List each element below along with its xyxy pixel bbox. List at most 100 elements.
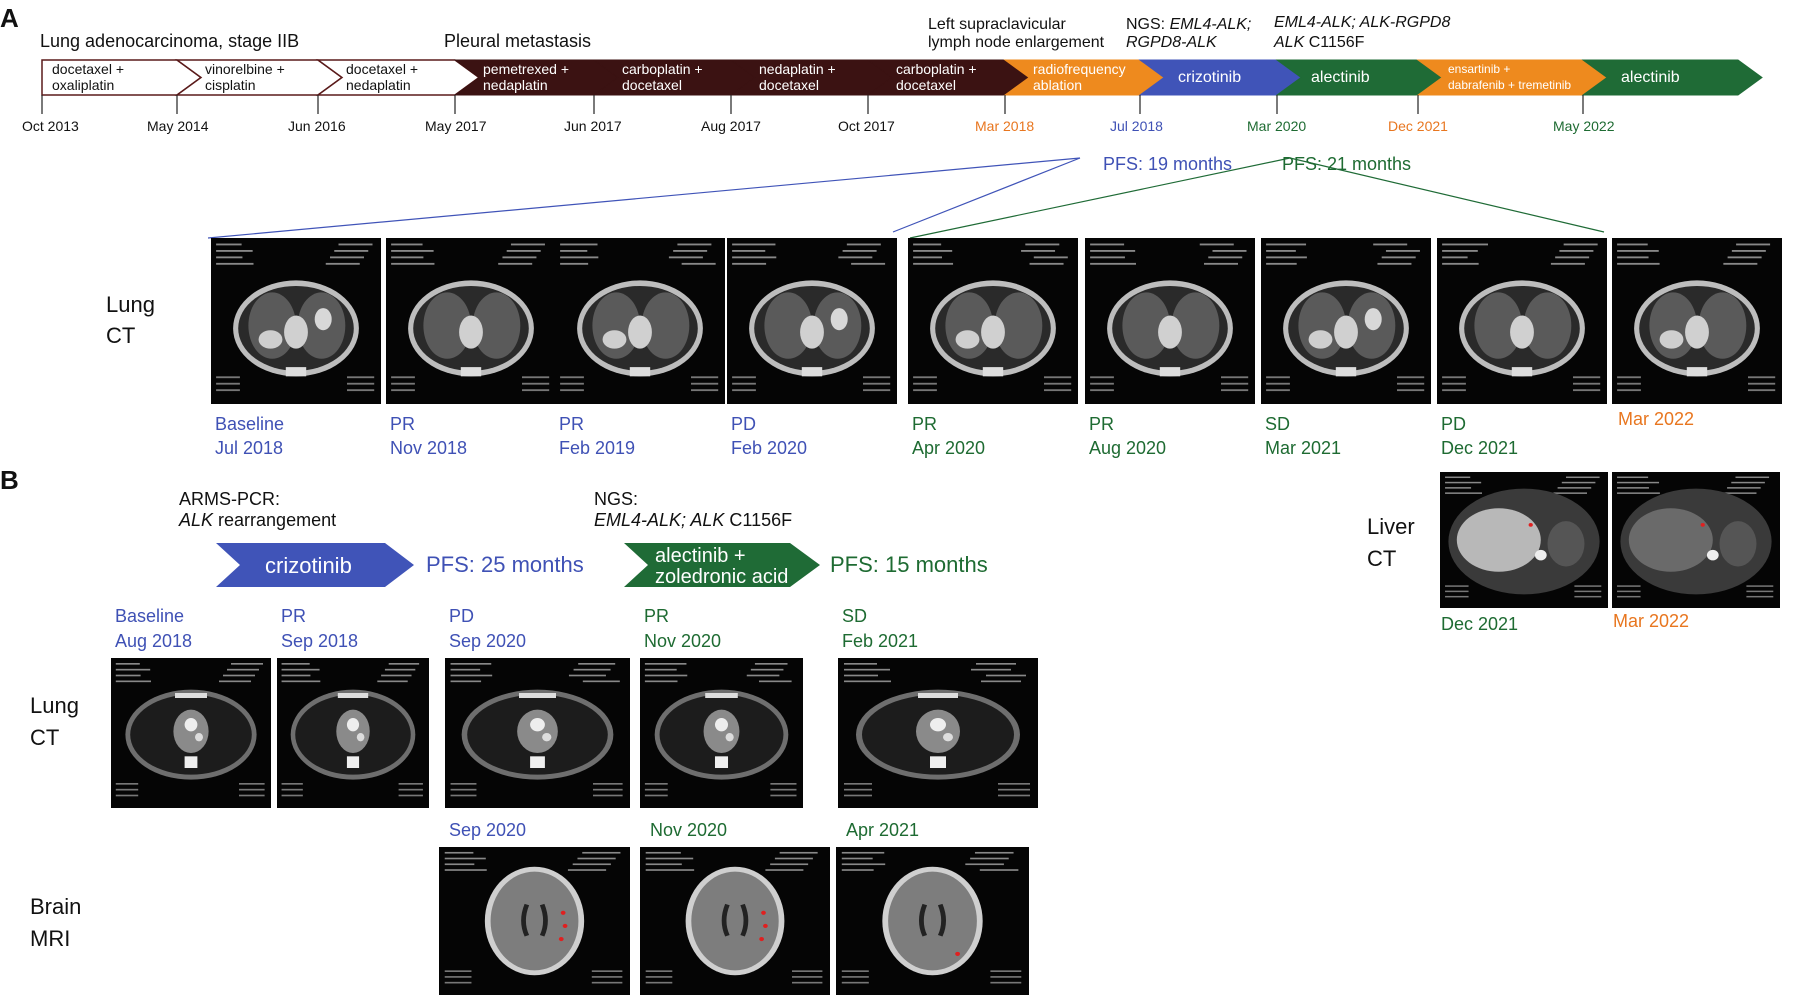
treatment-arrow-10-label: alectinib (1311, 69, 1370, 86)
timeline-date-4: May 2017 (425, 118, 487, 134)
treatment-arrow-2-line2: cisplatin (205, 77, 256, 93)
panel-a-ct-date-6: Aug 2020 (1089, 438, 1167, 458)
pfs-15-months: PFS: 15 months (830, 552, 988, 577)
panel-b-lung-status-5: SD (842, 606, 868, 626)
panel-a-ct-image-7 (1261, 238, 1431, 404)
pfs-21-months: PFS: 21 months (1282, 154, 1412, 174)
pfs-25-months: PFS: 25 months (426, 552, 584, 577)
connector-pfs19-left (207, 157, 1081, 239)
panel-a-ct-date-4: Feb 2020 (731, 438, 808, 458)
timeline-date-9: Jul 2018 (1110, 118, 1163, 134)
panel-b-brain-date-1: Sep 2020 (449, 820, 527, 840)
treatment-arrow-9-label: crizotinib (1178, 69, 1242, 86)
panel-a-ct-status-8: PD (1441, 414, 1467, 434)
treatment-arrow-7-line2: docetaxel (896, 77, 956, 93)
panel-b-ct-label: CT (30, 725, 60, 750)
treatment-arrow-3-line1: docetaxel + (346, 61, 418, 77)
connector-pfs19-right (892, 157, 1081, 233)
panel-a-ct-status-4: PD (731, 414, 757, 434)
treatment-arrow-11-line2: dabrafenib + tremetinib (1448, 78, 1572, 92)
panel-b-lung-date-1: Aug 2018 (115, 631, 193, 651)
mri-label: MRI (30, 926, 71, 951)
treatment-arrow-6-line2: docetaxel (759, 77, 819, 93)
panel-b-brain-date-3: Apr 2021 (846, 820, 920, 840)
crizotinib-arrow-label: crizotinib (265, 553, 352, 578)
timeline-date-12: May 2022 (1553, 118, 1615, 134)
liver-ct-label: CT (1367, 546, 1397, 571)
arms-pcr-rest: rearrangement (213, 510, 337, 530)
liver-label: Liver (1367, 514, 1415, 539)
alectinib-arrow-label-1: alectinib + (655, 545, 746, 567)
panel-a-ct-date-7: Mar 2021 (1265, 438, 1342, 458)
panel-b-brain-mri-1 (439, 847, 630, 995)
timeline-date-3: Jun 2016 (288, 118, 346, 134)
timeline-date-7: Oct 2017 (838, 118, 895, 134)
panel-b-lung-status-3: PD (449, 606, 475, 626)
panel-a-ct-date-1: Jul 2018 (215, 438, 284, 458)
panel-b-liver-ct-2 (1612, 472, 1780, 608)
panel-a-ct-date-2: Nov 2018 (390, 438, 468, 458)
ngs-b-mutation: C1156F (724, 510, 793, 530)
arms-pcr-gene: ALK (179, 510, 214, 530)
panel-b-lung-date-2: Sep 2018 (281, 631, 359, 651)
figure: A Lung adenocarcinoma, stage IIB Pleural… (0, 0, 1795, 995)
panel-a-ct-status-6: PR (1089, 414, 1115, 434)
treatment-arrow-4-line1: pemetrexed + (483, 61, 569, 77)
treatment-arrow-12-label: alectinib (1621, 69, 1680, 86)
panel-a-ct-date-5: Apr 2020 (912, 438, 986, 458)
connector-pfs21-left (909, 157, 1291, 239)
timeline-date-11: Dec 2021 (1388, 118, 1448, 134)
panel-b-brain-mri-2 (640, 847, 830, 995)
panel-b-lung-ct-5 (838, 658, 1038, 808)
panel-b-lung-status-4: PR (644, 606, 670, 626)
panel-b-lung-ct-3 (445, 658, 630, 808)
panel-b-liver-date-1: Dec 2021 (1441, 614, 1519, 634)
panel-a-ct-status-1: Baseline (215, 414, 285, 434)
panel-a-ct-image-3 (555, 238, 725, 404)
panel-a-ct-status-7: SD (1265, 414, 1291, 434)
arms-pcr-result: ALK rearrangement (179, 510, 337, 531)
panel-a-ct-image-2 (386, 238, 556, 404)
treatment-arrow-4-line2: nedaplatin (483, 77, 548, 93)
treatment-timeline (41, 59, 1763, 239)
panel-a-ct-image-5 (908, 238, 1078, 404)
timeline-date-6: Aug 2017 (701, 118, 761, 134)
alectinib-arrow-label-2: zoledronic acid (655, 566, 789, 588)
panel-b-lung-ct-4 (640, 658, 803, 808)
panel-a-ct-date-8: Dec 2021 (1441, 438, 1519, 458)
panel-b-liver-ct-1 (1440, 472, 1608, 608)
panel-b-lung-ct-2 (277, 658, 429, 808)
treatment-arrow-1-line1: docetaxel + (52, 61, 124, 77)
panel-b-label: B (0, 465, 19, 495)
panel-a-ct-image-4 (727, 238, 897, 404)
panel-b-brain-date-2: Nov 2020 (650, 820, 728, 840)
timeline-date-5: Jun 2017 (564, 118, 622, 134)
panel-a-ct-image-8 (1437, 238, 1607, 404)
panel-a-ct-date-3: Feb 2019 (559, 438, 636, 458)
panel-b-lung-date-5: Feb 2021 (842, 631, 919, 651)
panel-a-ct-image-6 (1085, 238, 1255, 404)
ngs-b-label: NGS: (594, 489, 639, 509)
treatment-arrow-7-line1: carboplatin + (896, 61, 977, 77)
brain-label: Brain (30, 894, 82, 919)
panel-b-lung-ct-1 (111, 658, 271, 808)
treatment-arrow-1-line2: oxaliplatin (52, 77, 115, 93)
treatment-arrow-3-line2: nedaplatin (346, 77, 411, 93)
pfs-19-months: PFS: 19 months (1103, 154, 1233, 174)
treatment-arrow-8-line2: ablation (1033, 77, 1083, 93)
timeline-date-2: May 2014 (147, 118, 209, 134)
timeline-date-1: Oct 2013 (22, 118, 79, 134)
treatment-arrow-11-line1: ensartinib + (1448, 62, 1511, 76)
panel-b-lung-date-3: Sep 2020 (449, 631, 527, 651)
panel-a-ct-image-9 (1612, 238, 1782, 404)
panel-b-brain-mri-3 (836, 847, 1029, 995)
ngs-b-gene: EML4-ALK; ALK (594, 510, 725, 530)
treatment-arrow-2-line1: vinorelbine + (205, 61, 285, 77)
timeline-date-10: Mar 2020 (1247, 118, 1307, 134)
arms-pcr-label: ARMS-PCR: (179, 489, 281, 509)
panel-b-lung-status-2: PR (281, 606, 307, 626)
ngs-b-result: EML4-ALK; ALK C1156F (594, 510, 793, 531)
panel-a-ct-status-5: PR (912, 414, 938, 434)
timeline-date-8: Mar 2018 (975, 118, 1035, 134)
treatment-arrow-6-line1: nedaplatin + (759, 61, 836, 77)
